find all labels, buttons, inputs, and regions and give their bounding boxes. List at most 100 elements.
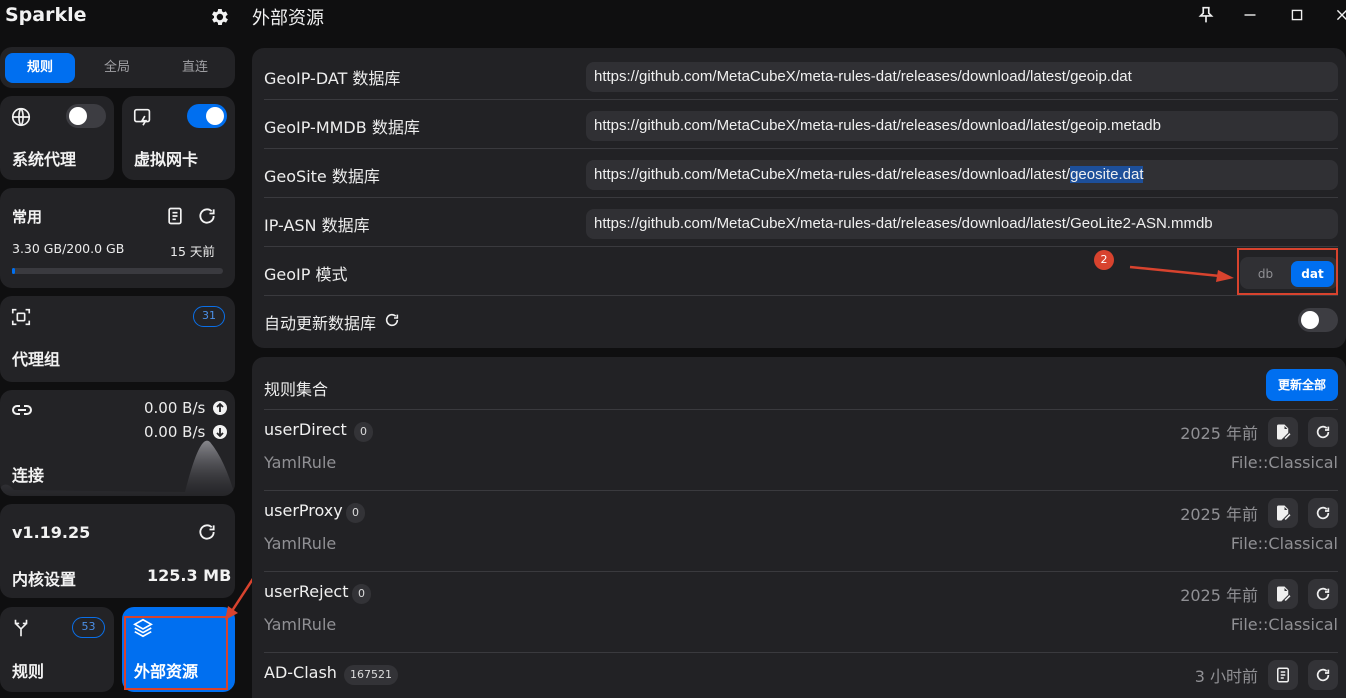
connections-card[interactable]: 0.00 B/s 0.00 B/s 连接 [0,390,235,496]
rule-set-type: YamlRule [264,453,337,472]
minimize-icon[interactable] [1238,4,1262,26]
rule-set-name: userReject [264,582,349,601]
refresh-icon[interactable] [384,312,400,328]
ip-asn-url-input[interactable]: https://github.com/MetaCubeX/meta-rules-… [586,209,1338,239]
gear-icon[interactable] [208,6,230,28]
geosite-row: GeoSite 数据库 https://github.com/MetaCubeX… [264,149,1338,198]
geoip-mmdb-label: GeoIP-MMDB 数据库 [264,118,420,137]
globe-icon [11,107,31,127]
sidebar: Sparkle 规则 全局 直连 系统代理 虚拟网卡 常用 3.30 GB/20… [0,0,242,698]
refresh-button[interactable] [1308,579,1338,609]
rules-card[interactable]: 53 规则 [0,607,114,692]
rule-set-name: userProxy [264,501,343,520]
auto-update-row: 自动更新数据库 [264,296,1338,345]
title-bar: 外部资源 [242,0,1346,34]
annotation-box-2 [1237,248,1338,295]
refresh-button[interactable] [1308,417,1338,447]
view-button[interactable] [1268,660,1298,690]
system-proxy-label: 系统代理 [12,150,77,169]
rule-set-type: YamlRule [264,615,337,634]
refresh-button[interactable] [1308,498,1338,528]
link-icon [12,405,32,415]
edit-file-icon [1277,424,1291,440]
edit-file-icon [1277,505,1291,521]
connections-label: 连接 [12,466,45,485]
refresh-icon [1316,587,1330,601]
document-icon [1277,667,1289,683]
profile-updated: 15 天前 [170,244,215,259]
proxy-groups-count: 31 [193,306,225,327]
geoip-dat-url-input[interactable]: https://github.com/MetaCubeX/meta-rules-… [586,62,1338,92]
refresh-icon[interactable] [197,206,217,226]
edit-button[interactable] [1268,417,1298,447]
tab-global-mode[interactable]: 全局 [82,53,152,83]
document-icon[interactable] [165,206,185,226]
close-icon[interactable] [1330,4,1346,26]
rule-set-name: userDirect [264,420,347,439]
edit-file-icon [1277,586,1291,602]
upload-arrow-icon [213,401,227,415]
edit-button[interactable] [1268,579,1298,609]
refresh-icon [1316,425,1330,439]
core-version: v1.19.25 [12,523,91,542]
geoip-mode-label: GeoIP 模式 [264,265,348,284]
rule-set-item[interactable]: userProxy 0 2025 年前 YamlRule File::Class… [264,491,1338,572]
traffic-progress [12,268,223,274]
rule-set-item[interactable]: userReject 0 2025 年前 YamlRule File::Clas… [264,572,1338,653]
system-proxy-toggle[interactable] [66,104,106,128]
refresh-button[interactable] [1308,660,1338,690]
annotation-box-1 [124,616,228,690]
tun-card[interactable]: 虚拟网卡 [122,96,235,180]
branch-icon [14,619,28,637]
app-title: Sparkle [5,4,87,26]
profile-card[interactable]: 常用 3.30 GB/200.0 GB 15 天前 [0,188,235,288]
upload-speed: 0.00 B/s [144,399,206,417]
geoip-mmdb-row: GeoIP-MMDB 数据库 https://github.com/MetaCu… [264,100,1338,149]
rule-set-updated: 2025 年前 [1180,505,1258,524]
rule-set-type: YamlRule [264,534,337,553]
rule-set-item[interactable]: userDirect 0 2025 年前 YamlRule File::Clas… [264,410,1338,491]
annotation-marker-2: 2 [1094,250,1114,270]
rules-count: 53 [72,617,105,638]
core-memory: 125.3 MB [147,566,232,585]
rule-set-updated: 2025 年前 [1180,586,1258,605]
geoip-dat-row: GeoIP-DAT 数据库 https://github.com/MetaCub… [264,51,1338,100]
tab-rule-mode[interactable]: 规则 [5,53,75,83]
geosite-url-input[interactable]: https://github.com/MetaCubeX/meta-rules-… [586,160,1338,190]
ip-asn-row: IP-ASN 数据库 https://github.com/MetaCubeX/… [264,198,1338,247]
auto-update-label: 自动更新数据库 [264,314,377,333]
refresh-icon [1316,506,1330,520]
rule-set-count: 0 [346,503,365,523]
edit-button[interactable] [1268,498,1298,528]
profile-name: 常用 [12,208,43,226]
rule-set-format: File::Classical [1230,615,1338,634]
ip-asn-label: IP-ASN 数据库 [264,216,370,235]
geoip-mmdb-url-input[interactable]: https://github.com/MetaCubeX/meta-rules-… [586,111,1338,141]
update-all-button[interactable]: 更新全部 [1266,369,1338,401]
rule-set-item[interactable]: AD-Clash 167521 3 小时前 [264,653,1338,698]
rule-set-format: File::Classical [1230,534,1338,553]
tun-toggle[interactable] [187,104,227,128]
proxy-groups-card[interactable]: 31 代理组 [0,296,235,382]
core-card[interactable]: v1.19.25 内核设置 125.3 MB [0,504,235,598]
rule-set-updated: 3 小时前 [1194,667,1258,686]
geosite-label: GeoSite 数据库 [264,167,380,186]
scan-icon [11,308,31,326]
system-proxy-card[interactable]: 系统代理 [0,96,114,180]
proxy-groups-label: 代理组 [12,350,61,369]
geosite-url-selection: geosite.dat [1070,166,1144,183]
refresh-icon[interactable] [197,522,217,542]
geosite-url-text: https://github.com/MetaCubeX/meta-rules-… [594,166,1071,183]
tab-direct-mode[interactable]: 直连 [160,53,230,83]
rule-set-count: 167521 [344,665,398,685]
profile-traffic: 3.30 GB/200.0 GB [12,241,125,256]
page-title: 外部资源 [252,8,324,29]
rule-set-count: 0 [352,584,371,604]
rule-sets-panel: 规则集合 更新全部 userDirect 0 2025 年前 YamlRule … [252,357,1346,698]
tun-label: 虚拟网卡 [134,150,199,169]
auto-update-toggle[interactable] [1298,308,1338,332]
pin-icon[interactable] [1194,4,1218,26]
rules-label: 规则 [12,662,45,681]
maximize-icon[interactable] [1285,4,1309,26]
rule-set-updated: 2025 年前 [1180,424,1258,443]
